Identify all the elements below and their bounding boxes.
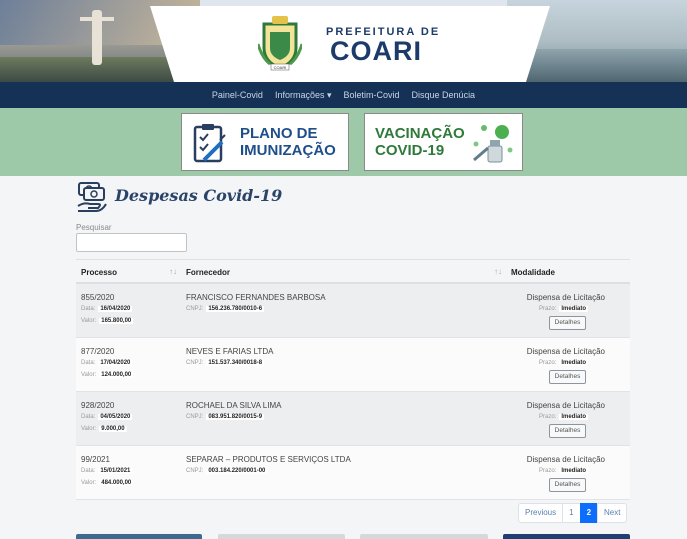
prazo-meta: Prazo: Imediato xyxy=(538,360,588,366)
fornecedor-name: FRANCISCO FERNANDES BARBOSA xyxy=(186,293,326,302)
page-title: Despesas Covid-19 xyxy=(115,186,283,205)
data-value: 15/01/2021 xyxy=(98,468,133,474)
column-header-fornecedor[interactable]: Fornecedor xyxy=(186,268,230,277)
data-meta: Data: 04/05/2020 xyxy=(81,414,133,420)
money-hand-icon xyxy=(77,182,107,212)
processo-number: 928/2020 xyxy=(81,401,115,410)
caret-down-icon: ▾ xyxy=(324,89,332,100)
cnpj-value: 156.236.780/0010-6 xyxy=(206,306,265,312)
search-label: Pesquisar xyxy=(76,223,112,232)
city-title: COARI xyxy=(330,36,422,66)
cnpj-meta: CNPJ: 003.184.220/0001-00 xyxy=(186,468,268,474)
details-button[interactable]: Detalhes xyxy=(549,316,586,330)
plano-imunizacao-link[interactable]: PLANO DE IMUNIZAÇÃO xyxy=(181,113,349,171)
processo-number: 855/2020 xyxy=(81,293,115,302)
pagination-page-1[interactable]: 1 xyxy=(562,503,581,523)
vacinacao-line1: VACINAÇÃO xyxy=(375,125,465,142)
sort-icon[interactable]: ↑↓ xyxy=(494,267,502,276)
site-header: COARI PREFEITURA DE COARI xyxy=(0,0,687,82)
modalidade-text: Dispensa de Licitação xyxy=(526,455,605,464)
cnpj-meta: CNPJ: 083.951.820/0015-9 xyxy=(186,414,265,420)
cnpj-value: 151.537.340/0018-8 xyxy=(206,360,265,366)
nav-item-informacoes-label: Informações xyxy=(274,89,325,100)
table-row: 99/2021 Data: 15/01/2021 Valor: 484.000,00… xyxy=(76,446,630,500)
footer-card[interactable] xyxy=(503,534,630,539)
prazo-value: Imediato xyxy=(559,414,588,420)
modalidade-text: Dispensa de Licitação xyxy=(526,347,605,356)
fornecedor-name: ROCHAEL DA SILVA LIMA xyxy=(186,401,282,410)
footer-card[interactable] xyxy=(360,534,488,539)
main-navbar: Painel-Covid Informações ▾ Boletim-Covid… xyxy=(0,82,687,108)
valor-meta: Valor: 484.000,00 xyxy=(81,480,134,486)
prazo-meta: Prazo: Imediato xyxy=(538,468,588,474)
processo-number: 877/2020 xyxy=(81,347,115,356)
data-meta: Data: 16/04/2020 xyxy=(81,306,133,312)
table-header: Processo ↑↓ Fornecedor ↑↓ Modalidade xyxy=(76,259,630,284)
valor-value: 484.000,00 xyxy=(99,480,134,486)
cnpj-meta: CNPJ: 151.537.340/0018-8 xyxy=(186,360,265,366)
prazo-meta: Prazo: Imediato xyxy=(538,306,588,312)
details-button[interactable]: Detalhes xyxy=(549,424,586,438)
vacinacao-covid-link[interactable]: VACINAÇÃO COVID-19 xyxy=(364,113,523,171)
pagination-previous[interactable]: Previous xyxy=(518,503,564,523)
data-meta: Data: 17/04/2020 xyxy=(81,360,133,366)
prazo-value: Imediato xyxy=(559,306,588,312)
column-header-modalidade[interactable]: Modalidade xyxy=(511,268,555,277)
prazo-meta: Prazo: Imediato xyxy=(538,414,588,420)
table-row: 855/2020 Data: 16/04/2020 Valor: 165.800,0… xyxy=(76,284,630,338)
valor-value: 9.000,00 xyxy=(99,426,127,432)
details-button[interactable]: Detalhes xyxy=(549,478,586,492)
sort-icon[interactable]: ↑↓ xyxy=(169,267,177,276)
nav-item-boletim-covid[interactable]: Boletim-Covid xyxy=(344,90,400,100)
column-header-processo[interactable]: Processo xyxy=(81,268,117,277)
nav-item-disque-denuncia[interactable]: Disque Denúcia xyxy=(412,90,476,100)
data-value: 04/05/2020 xyxy=(98,414,133,420)
data-value: 16/04/2020 xyxy=(98,306,133,312)
plano-line2: IMUNIZAÇÃO xyxy=(240,142,336,159)
clipboard-syringe-icon xyxy=(193,124,226,163)
crest-text: COARI xyxy=(274,65,287,70)
search-input[interactable] xyxy=(76,233,187,252)
prazo-value: Imediato xyxy=(559,468,588,474)
vaccine-virus-icon xyxy=(473,125,513,163)
details-button[interactable]: Detalhes xyxy=(549,370,586,384)
modalidade-text: Dispensa de Licitação xyxy=(526,401,605,410)
cnpj-value: 003.184.220/0001-00 xyxy=(206,468,268,474)
fornecedor-name: SEPARAR – PRODUTOS E SERVIÇOS LTDA xyxy=(186,455,351,464)
modalidade-text: Dispensa de Licitação xyxy=(526,293,605,302)
valor-value: 165.800,00 xyxy=(99,318,134,324)
footer-card[interactable] xyxy=(76,534,202,539)
valor-meta: Valor: 124.000,00 xyxy=(81,372,134,378)
plano-line1: PLANO DE xyxy=(240,125,318,142)
pagination: Previous 1 2 Next xyxy=(518,503,628,523)
data-value: 17/04/2020 xyxy=(98,360,133,366)
nav-item-painel-covid[interactable]: Painel-Covid xyxy=(212,90,263,100)
footer-cards xyxy=(0,534,687,539)
despesas-table: Processo ↑↓ Fornecedor ↑↓ Modalidade 855… xyxy=(76,259,630,500)
city-crest-icon[interactable]: COARI xyxy=(258,14,302,72)
valor-meta: Valor: 165.800,00 xyxy=(81,318,134,324)
pagination-next[interactable]: Next xyxy=(597,503,628,523)
footer-card[interactable] xyxy=(218,534,345,539)
data-meta: Data: 15/01/2021 xyxy=(81,468,133,474)
valor-meta: Valor: 9.000,00 xyxy=(81,426,127,432)
nav-item-informacoes[interactable]: Informações ▾ xyxy=(275,90,332,101)
cnpj-value: 083.951.820/0015-9 xyxy=(206,414,265,420)
prazo-value: Imediato xyxy=(559,360,588,366)
table-row: 877/2020 Data: 17/04/2020 Valor: 124.000,0… xyxy=(76,338,630,392)
processo-number: 99/2021 xyxy=(81,455,110,464)
pagination-page-2[interactable]: 2 xyxy=(579,503,599,523)
vacinacao-line2: COVID-19 xyxy=(375,142,445,159)
valor-value: 124.000,00 xyxy=(99,372,134,378)
table-row: 928/2020 Data: 04/05/2020 Valor: 9.000,00 … xyxy=(76,392,630,446)
fornecedor-name: NEVES E FARIAS LTDA xyxy=(186,347,274,356)
cnpj-meta: CNPJ: 156.236.780/0010-6 xyxy=(186,306,265,312)
